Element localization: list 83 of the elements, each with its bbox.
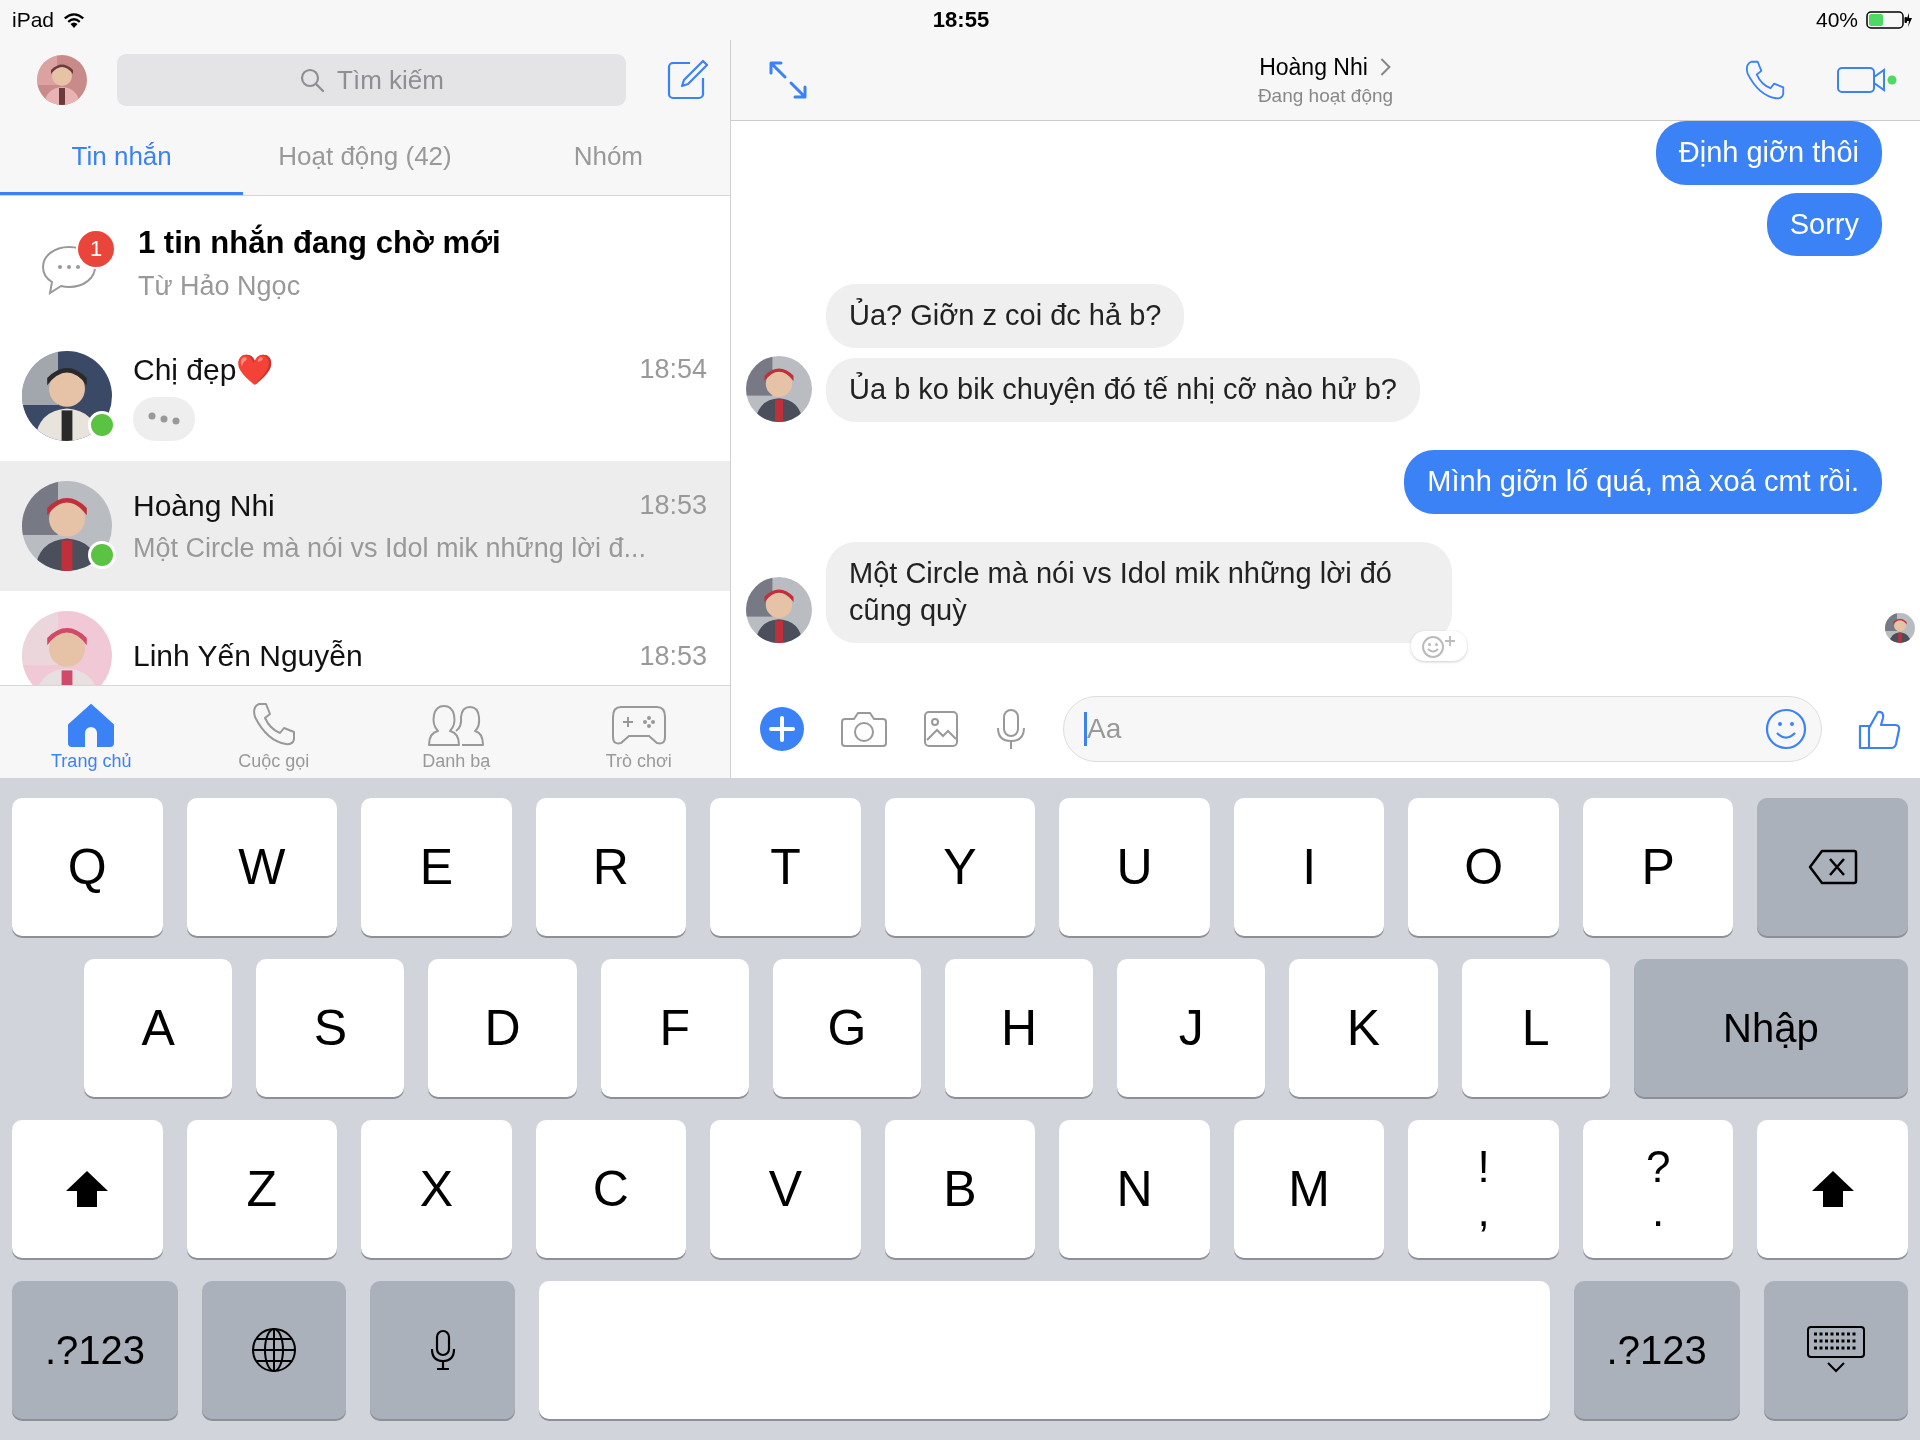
key[interactable]: G bbox=[772, 959, 921, 1097]
message-preview: Một Circle mà nói vs Idol mik những lời đ... bbox=[133, 532, 647, 564]
key[interactable]: O bbox=[1408, 798, 1559, 936]
received-message: Một Circle mà nói vs Idol mik những lời đó cũng quỳ bbox=[826, 541, 1452, 644]
add-icon[interactable] bbox=[759, 706, 805, 752]
key[interactable]: N bbox=[1059, 1120, 1210, 1258]
key[interactable]: Q bbox=[12, 798, 163, 936]
pending-title: 1 tin nhắn đang chờ mới bbox=[138, 225, 501, 261]
phone-icon bbox=[250, 701, 297, 747]
unread-badge: 1 bbox=[76, 228, 116, 269]
key[interactable]: H bbox=[945, 959, 1094, 1097]
home-icon bbox=[67, 703, 116, 747]
message-time: 18:54 bbox=[639, 353, 707, 385]
search-icon bbox=[299, 67, 326, 93]
pending-requests-row[interactable]: 1 1 tin nhắn đang chờ mới Từ Hảo Ngọc bbox=[0, 196, 730, 331]
shift-key[interactable] bbox=[1757, 1120, 1908, 1258]
message-time: 18:53 bbox=[639, 640, 707, 672]
key[interactable]: ? . bbox=[1582, 1120, 1734, 1258]
device-name: iPad bbox=[12, 8, 55, 32]
key[interactable]: F bbox=[600, 959, 749, 1097]
microphone-icon[interactable] bbox=[995, 708, 1027, 750]
key[interactable]: W bbox=[186, 798, 338, 936]
key[interactable]: S bbox=[256, 959, 405, 1097]
sent-message: Định giỡn thôi bbox=[1655, 121, 1882, 185]
key[interactable]: C bbox=[535, 1120, 687, 1258]
numbers-key[interactable]: .?123 bbox=[1573, 1281, 1740, 1419]
people-icon bbox=[426, 703, 487, 747]
globe-icon bbox=[250, 1326, 299, 1374]
globe-key[interactable] bbox=[202, 1281, 347, 1419]
backspace-key[interactable] bbox=[1757, 798, 1908, 936]
message-time: 18:53 bbox=[639, 490, 707, 521]
shift-key[interactable] bbox=[12, 1120, 163, 1258]
presence-status: Đang hoạt động bbox=[1257, 84, 1394, 107]
key[interactable]: V bbox=[710, 1120, 861, 1258]
key[interactable]: R bbox=[535, 798, 687, 936]
emoji-icon[interactable] bbox=[1765, 708, 1807, 750]
clock: 18:55 bbox=[932, 7, 990, 33]
key[interactable]: P bbox=[1582, 798, 1734, 936]
phone-icon[interactable] bbox=[1744, 59, 1786, 101]
expand-icon[interactable] bbox=[767, 59, 809, 101]
key[interactable]: B bbox=[884, 1120, 1036, 1258]
key[interactable]: A bbox=[84, 959, 233, 1097]
key[interactable]: D bbox=[428, 959, 577, 1097]
contact-name: Hoàng Nhi bbox=[133, 488, 275, 523]
received-message: Ủa b ko bik chuyện đó tế nhị cỡ nào hử b? bbox=[826, 358, 1420, 423]
add-reaction-button[interactable] bbox=[1411, 631, 1467, 662]
key[interactable]: J bbox=[1117, 959, 1266, 1097]
keyboard-icon bbox=[1805, 1325, 1866, 1375]
conversation-row[interactable]: Hoàng Nhi 18:53 Một Circle mà nói vs Idol mik những lời đ... bbox=[0, 461, 730, 591]
key[interactable]: ! , bbox=[1408, 1120, 1559, 1258]
chat-title[interactable]: Hoàng Nhi bbox=[1259, 53, 1368, 81]
backspace-icon bbox=[1807, 849, 1858, 885]
numbers-key[interactable]: .?123 bbox=[12, 1281, 179, 1419]
chevron-right-icon bbox=[1379, 57, 1392, 77]
key[interactable]: U bbox=[1059, 798, 1210, 936]
received-message: Ủa? Giỡn z coi đc hả b? bbox=[826, 284, 1185, 349]
thumbs-up-icon[interactable] bbox=[1858, 708, 1902, 750]
contact-name: Linh Yến Nguyễn bbox=[133, 639, 363, 673]
key[interactable]: X bbox=[361, 1120, 512, 1258]
key[interactable]: L bbox=[1461, 959, 1610, 1097]
camera-icon[interactable] bbox=[841, 710, 887, 748]
conversation-row[interactable]: Chị đẹp❤ 18:54 bbox=[0, 331, 730, 461]
battery-percent: 40% bbox=[1815, 8, 1858, 32]
pending-sender: Từ Hảo Ngọc bbox=[138, 271, 302, 302]
return-key[interactable]: Nhập bbox=[1633, 959, 1908, 1097]
key[interactable]: M bbox=[1233, 1120, 1385, 1258]
gamepad-icon bbox=[610, 703, 667, 747]
hide-keyboard-key[interactable] bbox=[1763, 1281, 1908, 1419]
key[interactable]: I bbox=[1233, 798, 1385, 936]
video-camera-icon[interactable] bbox=[1836, 65, 1898, 95]
key[interactable]: T bbox=[710, 798, 861, 936]
wifi-icon bbox=[62, 11, 87, 29]
image-icon[interactable] bbox=[923, 710, 959, 748]
key[interactable]: Z bbox=[186, 1120, 338, 1258]
sent-message: Mình giỡn lố quá, mà xoá cmt rồi. bbox=[1404, 450, 1882, 514]
key[interactable]: E bbox=[361, 798, 512, 936]
key[interactable]: K bbox=[1289, 959, 1438, 1097]
key[interactable]: Y bbox=[884, 798, 1036, 936]
microphone-icon bbox=[429, 1329, 456, 1371]
contact-name: Chị đẹp❤ bbox=[133, 351, 274, 387]
compose-icon[interactable] bbox=[666, 59, 708, 101]
battery-icon bbox=[1866, 10, 1912, 30]
sent-message: Sorry bbox=[1766, 192, 1882, 257]
